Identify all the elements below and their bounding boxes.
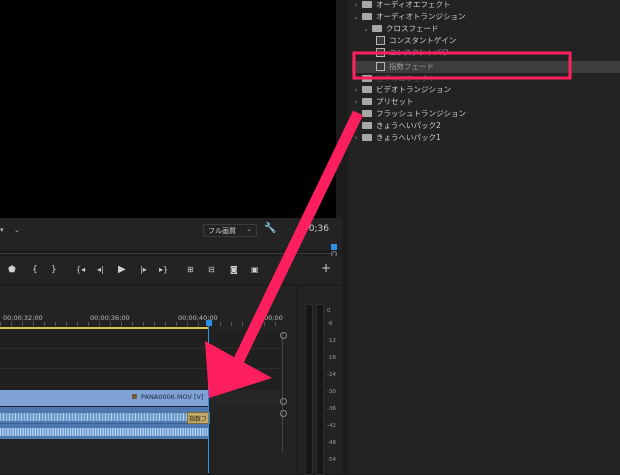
annotation-overlay <box>205 51 572 398</box>
highlight-box <box>352 51 572 80</box>
arrow-shaft <box>233 110 363 365</box>
